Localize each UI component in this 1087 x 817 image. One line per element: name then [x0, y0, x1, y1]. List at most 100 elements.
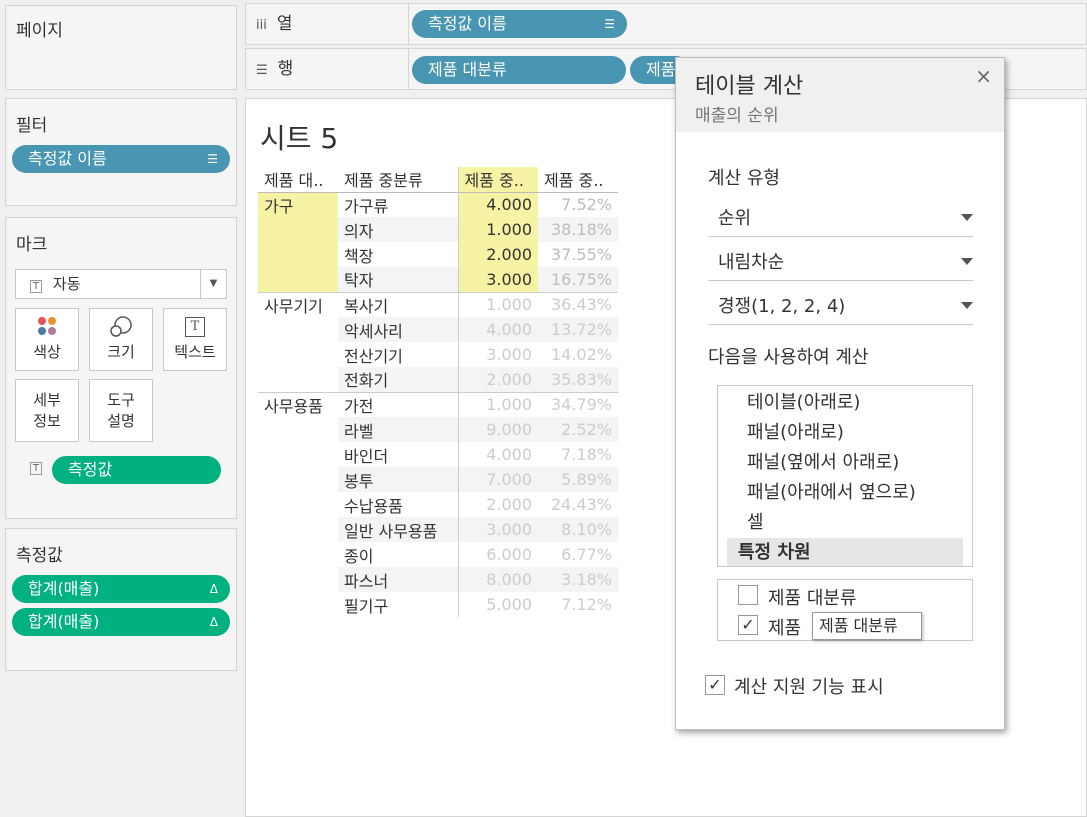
cell-subcategory[interactable]: 가구류: [338, 192, 459, 217]
cell-percent[interactable]: 3.18%: [538, 567, 618, 592]
cell-rank[interactable]: 8.000: [458, 567, 538, 592]
cell-category[interactable]: [258, 467, 338, 492]
cell-percent[interactable]: 13.72%: [538, 317, 618, 342]
cell-rank[interactable]: 3.000: [458, 342, 538, 367]
filter-pill-measure-names[interactable]: 측정값 이름 ☰: [12, 145, 230, 173]
cell-percent[interactable]: 36.43%: [538, 292, 618, 317]
cell-category[interactable]: [258, 317, 338, 342]
cell-percent[interactable]: 7.18%: [538, 442, 618, 467]
compute-option-selected[interactable]: 특정 차원: [727, 538, 963, 566]
cell-category[interactable]: [258, 242, 338, 267]
close-icon[interactable]: ×: [975, 64, 992, 88]
cell-rank[interactable]: 2.000: [458, 242, 538, 267]
columns-shelf[interactable]: iii 열: [245, 3, 1087, 45]
compute-option[interactable]: 패널(아래에서 옆으로): [727, 478, 963, 508]
cell-rank[interactable]: 3.000: [458, 267, 538, 292]
tie-method-select[interactable]: 경쟁(1, 2, 2, 4): [708, 289, 973, 325]
checkbox-category[interactable]: [738, 585, 758, 605]
chevron-down-icon[interactable]: ▼: [200, 270, 226, 298]
compute-using-list[interactable]: 테이블(아래로) 패널(아래로) 패널(옆에서 아래로) 패널(아래에서 옆으로…: [717, 385, 973, 567]
cell-subcategory[interactable]: 전화기: [338, 367, 459, 392]
cell-category[interactable]: [258, 592, 338, 617]
cell-rank[interactable]: 1.000: [458, 217, 538, 242]
cell-category[interactable]: 가구: [258, 192, 338, 217]
cell-subcategory[interactable]: 가전: [338, 392, 459, 417]
cell-percent[interactable]: 14.02%: [538, 342, 618, 367]
cell-rank[interactable]: 5.000: [458, 592, 538, 617]
cell-percent[interactable]: 35.83%: [538, 367, 618, 392]
cell-rank[interactable]: 4.000: [458, 317, 538, 342]
cell-category[interactable]: 사무용품: [258, 392, 338, 417]
cell-category[interactable]: [258, 367, 338, 392]
cell-subcategory[interactable]: 수납용품: [338, 492, 459, 517]
checkbox-show-assist[interactable]: ✓: [705, 675, 725, 695]
order-select[interactable]: 내림차순: [708, 245, 973, 281]
checkbox-product[interactable]: ✓: [738, 615, 758, 635]
cell-subcategory[interactable]: 봉투: [338, 467, 459, 492]
header-percent[interactable]: 제품 중..: [538, 167, 618, 192]
measure-pill-sales-2[interactable]: 합계(매출) Δ: [12, 608, 230, 636]
header-category[interactable]: 제품 대..: [258, 167, 338, 192]
cell-percent[interactable]: 2.52%: [538, 417, 618, 442]
cell-category[interactable]: [258, 342, 338, 367]
detail-button[interactable]: 세부 정보: [15, 379, 79, 442]
compute-option[interactable]: 패널(아래로): [727, 418, 963, 448]
cell-percent[interactable]: 6.77%: [538, 542, 618, 567]
header-rank[interactable]: 제품 중..: [458, 167, 538, 192]
cell-category[interactable]: [258, 217, 338, 242]
cell-subcategory[interactable]: 일반 사무용품: [338, 517, 459, 542]
cell-subcategory[interactable]: 책장: [338, 242, 459, 267]
compute-option[interactable]: 패널(옆에서 아래로): [727, 448, 963, 478]
cell-subcategory[interactable]: 파스너: [338, 567, 459, 592]
cell-category[interactable]: [258, 567, 338, 592]
cell-subcategory[interactable]: 의자: [338, 217, 459, 242]
compute-option[interactable]: 셀: [727, 508, 963, 538]
cell-category[interactable]: [258, 417, 338, 442]
cell-category[interactable]: [258, 542, 338, 567]
cell-rank[interactable]: 4.000: [458, 192, 538, 217]
cell-rank[interactable]: 1.000: [458, 292, 538, 317]
cell-rank[interactable]: 9.000: [458, 417, 538, 442]
cell-subcategory[interactable]: 바인더: [338, 442, 459, 467]
cell-category[interactable]: [258, 442, 338, 467]
cell-rank[interactable]: 3.000: [458, 517, 538, 542]
cell-percent[interactable]: 37.55%: [538, 242, 618, 267]
calc-type-select[interactable]: 순위: [708, 201, 973, 237]
cell-subcategory[interactable]: 악세사리: [338, 317, 459, 342]
cell-rank[interactable]: 1.000: [458, 392, 538, 417]
cell-subcategory[interactable]: 필기구: [338, 592, 459, 617]
cell-rank[interactable]: 2.000: [458, 492, 538, 517]
cell-rank[interactable]: 4.000: [458, 442, 538, 467]
rows-pill-category[interactable]: 제품 대분류: [412, 56, 626, 84]
cell-percent[interactable]: 7.12%: [538, 592, 618, 617]
pages-card[interactable]: 페이지: [5, 5, 237, 90]
cell-percent[interactable]: 7.52%: [538, 192, 618, 217]
cell-subcategory[interactable]: 종이: [338, 542, 459, 567]
cell-percent[interactable]: 16.75%: [538, 267, 618, 292]
mark-pill-measure-values[interactable]: 측정값: [52, 456, 221, 484]
header-subcategory[interactable]: 제품 중분류: [338, 167, 459, 192]
tooltip-button[interactable]: 도구 설명: [89, 379, 153, 442]
columns-pill-measure-names[interactable]: 측정값 이름 ☰: [412, 10, 627, 38]
cell-percent[interactable]: 8.10%: [538, 517, 618, 542]
cell-category[interactable]: [258, 492, 338, 517]
cell-subcategory[interactable]: 탁자: [338, 267, 459, 292]
cell-subcategory[interactable]: 라벨: [338, 417, 459, 442]
cell-percent[interactable]: 24.43%: [538, 492, 618, 517]
cell-rank[interactable]: 2.000: [458, 367, 538, 392]
measure-pill-sales-1[interactable]: 합계(매출) Δ: [12, 575, 230, 603]
cell-category[interactable]: 사무기기: [258, 292, 338, 317]
cell-percent[interactable]: 5.89%: [538, 467, 618, 492]
cell-percent[interactable]: 34.79%: [538, 392, 618, 417]
cell-rank[interactable]: 7.000: [458, 467, 538, 492]
cell-percent[interactable]: 38.18%: [538, 217, 618, 242]
cell-subcategory[interactable]: 전산기기: [338, 342, 459, 367]
text-button[interactable]: T 텍스트: [163, 308, 227, 371]
cell-category[interactable]: [258, 517, 338, 542]
size-button[interactable]: 크기: [89, 308, 153, 371]
cell-rank[interactable]: 6.000: [458, 542, 538, 567]
color-button[interactable]: 색상: [15, 308, 79, 371]
mark-type-dropdown[interactable]: T 자동 ▼: [15, 269, 227, 299]
compute-option[interactable]: 테이블(아래로): [727, 388, 963, 418]
cell-category[interactable]: [258, 267, 338, 292]
